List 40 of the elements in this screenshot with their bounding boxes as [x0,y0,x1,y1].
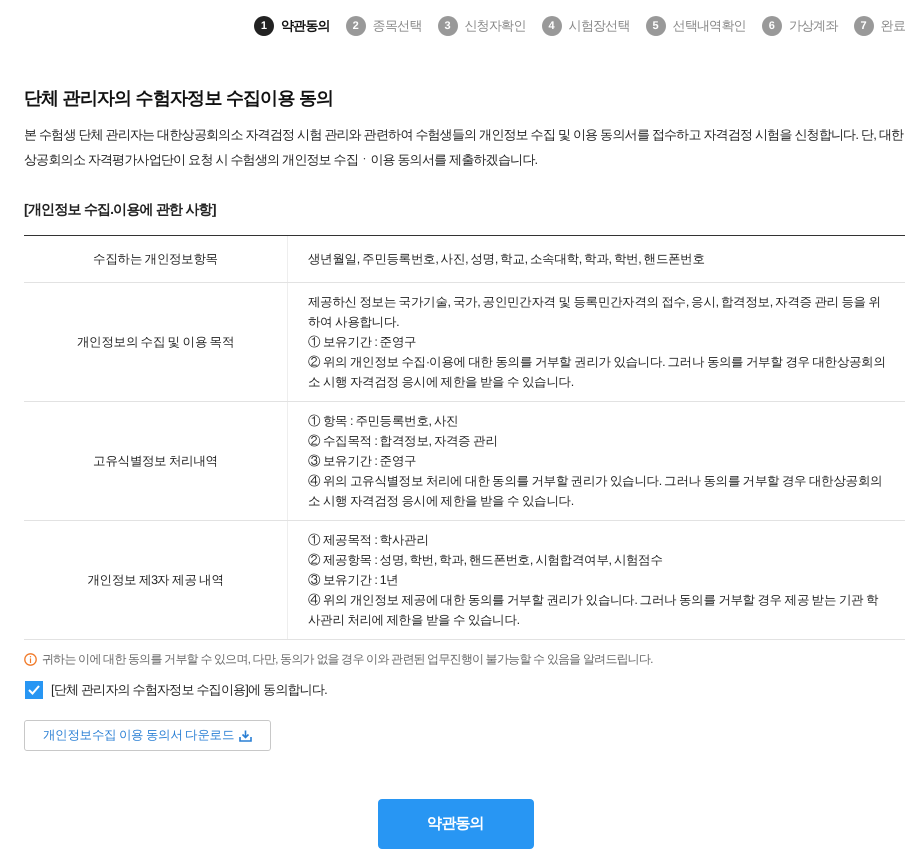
row-text: ① 보유기간 : 준영구 [308,334,418,351]
row-text: ① 제공목적 : 학사관리 [308,532,430,549]
step-label: 선택내역확인 [672,17,746,36]
step-number: 6 [762,16,782,36]
row-text: ② 제공항목 : 성명, 학번, 학과, 핸드폰번호, 시험합격여부, 시험점수 [308,552,664,569]
page-title: 단체 관리자의 수험자정보 수집이용 동의 [24,87,334,110]
step-label: 종목선택 [372,17,422,36]
intro-paragraph: 본 수험생 단체 관리자는 대한상공회의소 자격검정 시험 관리와 관련하여 수험생들의 개인정보 수집 및 이용 동의서를 접수하고 자격검정 시험을 신청합니다. 단, 대한상공회의소 자격평가사업단이 요청 시 수험생의 개인정보 수집ㆍ이용 동의서를 제출하겠습니다. [24,126,905,169]
agree-checkbox[interactable] [25,681,43,699]
row-text: ④ 위의 고유식별정보 처리에 대한 동의를 거부할 권리가 있습니다. 그러나 동의를 거부할 경우 대한상공회의소 시행 자격검정 응시에 제한을 받을 수 있습니다. [308,473,884,510]
row-text: 생년월일, 주민등록번호, 사진, 성명, 학교, 소속대학, 학과, 학번, 핸드폰번호 [308,251,706,268]
step-label: 완료 [880,17,905,36]
section-heading: [개인정보 수집.이용에 관한 사항] [24,200,217,219]
notice-text: 귀하는 이에 대한 동의를 거부할 수 있으며, 다만, 동의가 없을 경우 이와 관련된 업무진행이 불가능할 수 있음을 알려드립니다. [42,651,653,668]
row-header: 수집하는 개인정보항목 [93,251,218,268]
agree-label[interactable]: [단체 관리자의 수험자정보 수집이용]에 동의합니다. [51,680,327,700]
row-text: 제공하신 정보는 국가기술, 국가, 공인민간자격 및 등록민간자격의 접수, 응시, 합격정보, 자격증 관리 등을 위하여 사용합니다. [308,294,882,331]
row-header: 개인정보 제3자 제공 내역 [87,572,224,589]
step-label: 시험장선택 [568,17,630,36]
step-number: 3 [438,16,458,36]
row-header: 고유식별정보 처리내역 [93,453,218,470]
step-label: 신청자확인 [464,17,526,36]
row-text: ① 항목 : 주민등록번호, 사진 [308,413,460,430]
step-label: 약관동의 [280,17,330,36]
row-text: ② 수집목적 : 합격정보, 자격증 관리 [308,433,499,450]
step-number: 5 [646,16,666,36]
row-header: 개인정보의 수집 및 이용 목적 [76,334,234,351]
row-text: ② 위의 개인정보 수집·이용에 대한 동의를 거부할 권리가 있습니다. 그러나 동의를 거부할 경우 대한상공회의소 시행 자격검정 응시에 제한을 받을 수 있습니다. [308,354,887,391]
row-text: ③ 보유기간 : 준영구 [308,453,418,470]
step-number: 4 [542,16,562,36]
step-label: 가상계좌 [788,17,838,36]
row-text: ③ 보유기간 : 1년 [308,572,400,589]
download-button[interactable]: 개인정보수집 이용 동의서 다운로드 [24,720,271,751]
row-text: ④ 위의 개인정보 제공에 대한 동의를 거부할 권리가 있습니다. 그러나 동의를 거부할 경우 제공 받는 기관 학사관리 처리에 제한을 받을 수 있습니다. [308,592,880,629]
step-number: 2 [346,16,366,36]
agree-submit-button[interactable]: 약관동의 [378,799,534,849]
info-icon [24,652,37,666]
download-icon [239,730,252,742]
step-number: 7 [854,16,874,36]
step-number: 1 [254,16,274,36]
